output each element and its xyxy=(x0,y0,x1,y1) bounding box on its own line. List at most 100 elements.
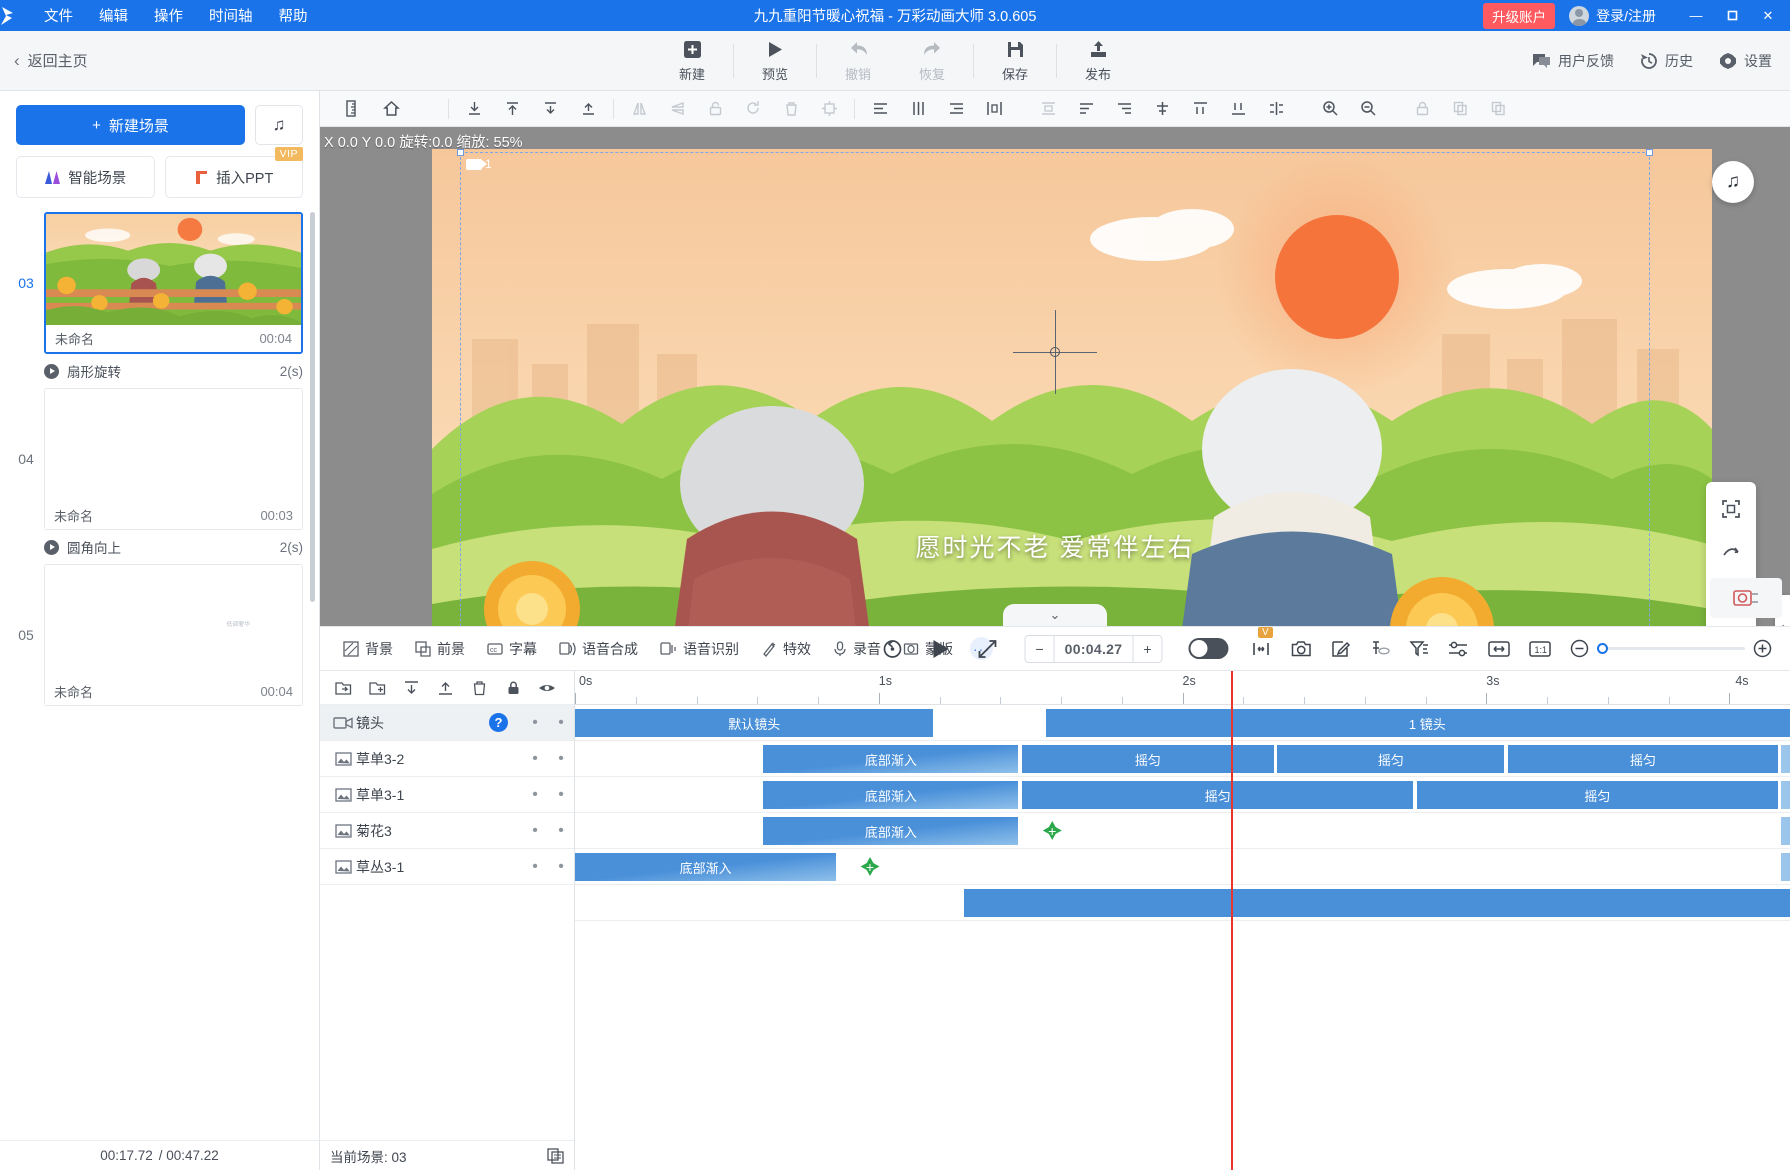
edit-pen-button[interactable] xyxy=(1331,640,1351,658)
new-scene-button[interactable]: + 新建场景 xyxy=(16,105,245,145)
move-up-icon[interactable] xyxy=(428,673,462,703)
delete-icon[interactable] xyxy=(772,95,810,123)
track-row-3[interactable]: 菊花3 • • xyxy=(320,813,574,849)
timeline-clip[interactable]: 摇匀 xyxy=(1416,781,1778,809)
eye-icon[interactable] xyxy=(530,673,564,703)
track-row-camera[interactable]: 镜头 ? • • xyxy=(320,705,574,741)
duration-value[interactable]: 00:04.27 xyxy=(1053,635,1134,662)
login-register-link[interactable]: 登录/注册 xyxy=(1596,6,1656,26)
help-icon[interactable]: ? xyxy=(489,713,508,732)
stt-button[interactable]: 语音识别 xyxy=(649,639,750,659)
timeline-tracks-area[interactable]: 0s 1s 2s 3s 4s 默认镜头 1 镜头 底部渐入 摇匀 摇匀 摇匀 底… xyxy=(575,671,1790,1170)
timeline-clip[interactable] xyxy=(963,889,1790,917)
filter-button[interactable] xyxy=(1409,640,1429,658)
stage-collapse-button[interactable]: ⌄ xyxy=(1003,604,1107,626)
scene-list-item[interactable]: 04 未命名 00:03 xyxy=(0,388,319,530)
flip-horizontal-icon[interactable] xyxy=(620,95,658,123)
track-lock-toggle[interactable]: • xyxy=(522,715,548,730)
home-icon[interactable] xyxy=(372,95,410,123)
send-backward-icon[interactable] xyxy=(531,95,569,123)
track-lock-toggle[interactable]: • xyxy=(522,859,548,874)
align-edge-icon[interactable] xyxy=(1181,95,1219,123)
menu-timeline[interactable]: 时间轴 xyxy=(209,5,253,26)
track-row-1[interactable]: 草单3-2 • • xyxy=(320,741,574,777)
lock-icon[interactable] xyxy=(1403,95,1441,123)
fit-screen-icon[interactable] xyxy=(1710,488,1752,530)
align-top2-icon[interactable] xyxy=(1067,95,1105,123)
scene-list-item[interactable]: 05 低调奢华 未命名 00:04 xyxy=(0,564,319,706)
fit-timeline-button[interactable] xyxy=(1488,640,1510,658)
timeline-track-1[interactable]: 底部渐入 摇匀 摇匀 摇匀 一直显示 xyxy=(575,741,1790,777)
align-top-icon[interactable] xyxy=(493,95,531,123)
settings-button[interactable]: 设置 xyxy=(1719,51,1772,71)
key-button[interactable] xyxy=(1370,640,1390,658)
align-right-icon[interactable] xyxy=(937,95,975,123)
track-lock-toggle[interactable]: • xyxy=(522,787,548,802)
history-button[interactable]: 历史 xyxy=(1640,51,1693,71)
track-visibility-toggle[interactable]: • xyxy=(548,823,574,838)
timeline-clip[interactable]: 底部渐入 xyxy=(763,745,1019,773)
timeline-clip[interactable]: 摇匀 xyxy=(1508,745,1778,773)
import-icon[interactable] xyxy=(326,673,360,703)
track-row-4[interactable]: 草丛3-1 • • xyxy=(320,849,574,885)
align-middle-icon[interactable] xyxy=(1105,95,1143,123)
menu-edit[interactable]: 编辑 xyxy=(99,5,128,26)
background-music-button[interactable]: ♫ xyxy=(255,105,303,145)
redo-button[interactable]: 恢复 xyxy=(895,39,969,83)
timeline-track-3[interactable]: 底部渐入 + 一直显示 xyxy=(575,813,1790,849)
align-bottom2-icon[interactable] xyxy=(1143,95,1181,123)
publish-button[interactable]: 发布 xyxy=(1061,39,1135,83)
fit-width-button[interactable]: V xyxy=(1250,626,1273,658)
account-area[interactable]: 登录/注册 xyxy=(1569,5,1656,26)
upgrade-account-button[interactable]: 升级账户 xyxy=(1483,2,1556,29)
bring-forward-icon[interactable] xyxy=(569,95,607,123)
timeline-track-2[interactable]: 底部渐入 摇匀 摇匀 一直显示 xyxy=(575,777,1790,813)
track-visibility-toggle[interactable]: • xyxy=(548,859,574,874)
duplicate-icon[interactable] xyxy=(547,1147,564,1164)
timeline-clip[interactable]: 摇匀 xyxy=(1022,781,1414,809)
duration-increase-button[interactable]: + xyxy=(1133,636,1161,662)
playhead[interactable]: ||| xyxy=(1231,671,1234,1170)
move-down-icon[interactable] xyxy=(394,673,428,703)
scene-transition-row[interactable]: 圆角向上 2(s) xyxy=(0,530,319,564)
preview-button[interactable]: 预览 xyxy=(738,39,812,83)
track-lock-toggle[interactable]: • xyxy=(522,751,548,766)
zoom-in-icon[interactable] xyxy=(1311,95,1349,123)
space-between-icon[interactable] xyxy=(1257,95,1295,123)
foreground-button[interactable]: 前景 xyxy=(404,639,476,659)
resize-handle-ne[interactable] xyxy=(1646,149,1653,156)
scene-card[interactable]: 低调奢华 未命名 00:04 xyxy=(44,564,303,706)
scene-transition-row[interactable]: 扇形旋转 2(s) xyxy=(0,354,319,388)
camera-marker[interactable]: 1 xyxy=(466,157,492,171)
duration-decrease-button[interactable]: − xyxy=(1025,636,1053,662)
timeline-clip[interactable]: 1 镜头 xyxy=(1046,709,1790,737)
add-keyframe-button[interactable]: + xyxy=(1042,821,1062,840)
zoom-out-icon[interactable] xyxy=(1349,95,1387,123)
distribute-v-icon[interactable] xyxy=(1029,95,1067,123)
timeline-clip[interactable]: 底部渐入 xyxy=(763,781,1019,809)
background-button[interactable]: 背景 xyxy=(332,639,404,659)
timeline-clip[interactable]: 底部渐入 xyxy=(575,853,837,881)
flip-vertical-icon[interactable] xyxy=(658,95,696,123)
ruler-icon[interactable] xyxy=(334,95,372,123)
menu-operations[interactable]: 操作 xyxy=(154,5,183,26)
scene-card[interactable]: 未命名 00:03 xyxy=(44,388,303,530)
unlock-icon[interactable] xyxy=(696,95,734,123)
zoom-slider-track[interactable] xyxy=(1597,643,1745,654)
scene-card[interactable]: 未命名 00:04 xyxy=(44,212,303,354)
scene-list[interactable]: 03 未命名 00:04 扇形旋转 2(s) 04 未命名 00:03 圆角向上… xyxy=(0,198,319,1140)
align-bottom-icon[interactable] xyxy=(455,95,493,123)
space-evenly-icon[interactable] xyxy=(1219,95,1257,123)
snapshot-button[interactable] xyxy=(1291,640,1312,658)
distribute-h-icon[interactable] xyxy=(975,95,1013,123)
replay-button[interactable] xyxy=(881,638,903,660)
timeline-track-camera[interactable]: 默认镜头 1 镜头 + xyxy=(575,705,1790,741)
track-visibility-toggle[interactable]: • xyxy=(548,751,574,766)
delete-icon[interactable] xyxy=(462,673,496,703)
paste-icon[interactable] xyxy=(1479,95,1517,123)
actual-size-button[interactable]: 1:1 xyxy=(1529,640,1551,658)
align-center-h-icon[interactable] xyxy=(899,95,937,123)
zoom-out-button[interactable] xyxy=(1570,639,1589,658)
timeline-track-5[interactable] xyxy=(575,885,1790,921)
track-lock-toggle[interactable]: • xyxy=(522,823,548,838)
